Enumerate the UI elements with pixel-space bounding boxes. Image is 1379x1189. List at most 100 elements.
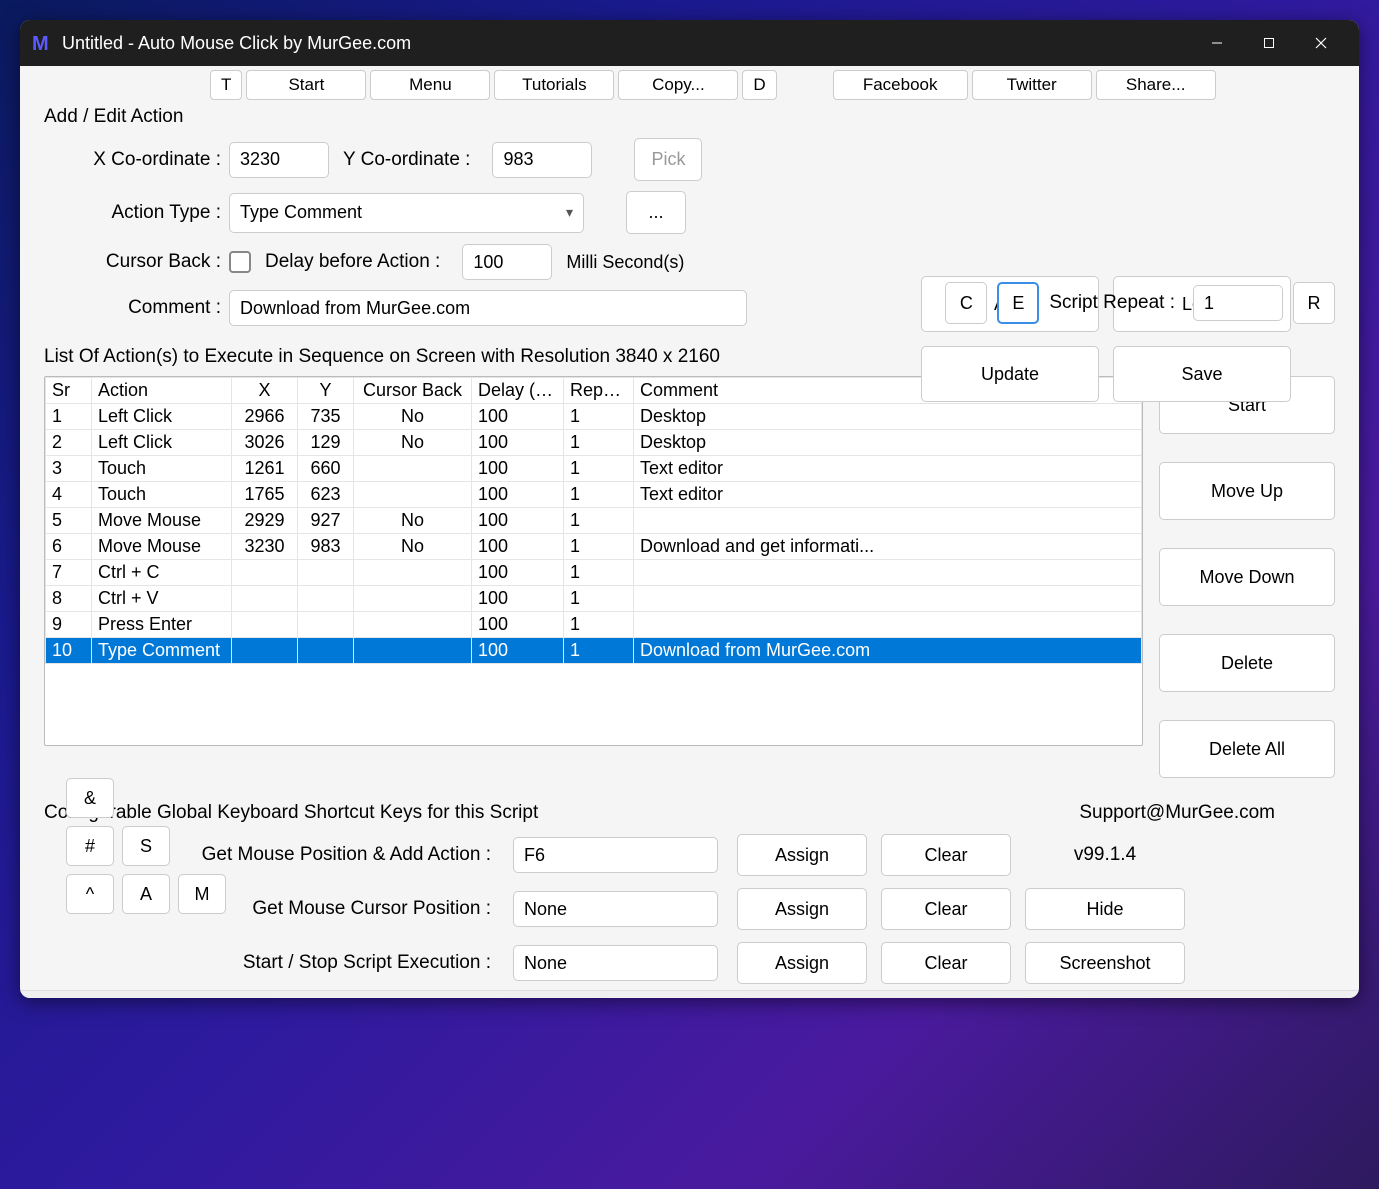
assign-button-2[interactable]: Assign xyxy=(737,942,867,984)
table-row[interactable]: 1Left Click2966735No1001Desktop xyxy=(46,404,1142,430)
comment-input[interactable] xyxy=(229,290,747,326)
cell-cb: No xyxy=(354,534,472,560)
amp-button[interactable]: & xyxy=(66,778,114,818)
table-row[interactable]: 6Move Mouse3230983No1001Download and get… xyxy=(46,534,1142,560)
r-button[interactable]: R xyxy=(1293,282,1335,324)
cell-delay: 100 xyxy=(472,638,564,664)
cell-y: 735 xyxy=(298,404,354,430)
c-button[interactable]: C xyxy=(945,282,987,324)
table-row[interactable]: 5Move Mouse2929927No1001 xyxy=(46,508,1142,534)
maximize-button[interactable] xyxy=(1243,20,1295,66)
action-type-select[interactable]: Type Comment ▾ xyxy=(229,193,584,233)
delay-input[interactable] xyxy=(462,244,552,280)
cell-repeat: 1 xyxy=(564,404,634,430)
comment-label: Comment : xyxy=(44,297,229,319)
action-type-label: Action Type : xyxy=(44,202,229,224)
table-row[interactable]: 9Press Enter1001 xyxy=(46,612,1142,638)
cell-x xyxy=(232,586,298,612)
header-sr[interactable]: Sr xyxy=(46,378,92,404)
header-x[interactable]: X xyxy=(232,378,298,404)
cell-x xyxy=(232,612,298,638)
table-row[interactable]: 10Type Comment1001Download from MurGee.c… xyxy=(46,638,1142,664)
hash-button[interactable]: # xyxy=(66,826,114,866)
cell-cb: No xyxy=(354,508,472,534)
assign-button-0[interactable]: Assign xyxy=(737,834,867,876)
table-row[interactable]: 8Ctrl + V1001 xyxy=(46,586,1142,612)
header-action[interactable]: Action xyxy=(92,378,232,404)
e-button[interactable]: E xyxy=(997,282,1039,324)
table-row[interactable]: 3Touch12616601001Text editor xyxy=(46,456,1142,482)
content: Add / Edit Action X Co-ordinate : Y Co-o… xyxy=(20,104,1359,990)
move-down-button[interactable]: Move Down xyxy=(1159,548,1335,606)
delay-unit: Milli Second(s) xyxy=(566,252,684,273)
cell-y xyxy=(298,560,354,586)
close-button[interactable] xyxy=(1295,20,1347,66)
toolbar-share-button[interactable]: Share... xyxy=(1096,70,1216,100)
table-row[interactable]: 2Left Click3026129No1001Desktop xyxy=(46,430,1142,456)
cell-delay: 100 xyxy=(472,482,564,508)
shortcut-input-0[interactable] xyxy=(513,837,718,873)
x-input[interactable] xyxy=(229,142,329,178)
toolbar-start-button[interactable]: Start xyxy=(246,70,366,100)
cell-delay: 100 xyxy=(472,404,564,430)
table-row[interactable]: 7Ctrl + C1001 xyxy=(46,560,1142,586)
cell-sr: 7 xyxy=(46,560,92,586)
resize-grip-icon[interactable]: ◢ xyxy=(1339,997,1351,998)
shortcut-input-1[interactable] xyxy=(513,891,718,927)
assign-button-1[interactable]: Assign xyxy=(737,888,867,930)
actions-table[interactable]: Sr Action X Y Cursor Back Delay (ms) Rep… xyxy=(44,376,1143,746)
minimize-button[interactable] xyxy=(1191,20,1243,66)
a-button[interactable]: A xyxy=(122,874,170,914)
cell-x xyxy=(232,638,298,664)
table-row[interactable]: 4Touch17656231001Text editor xyxy=(46,482,1142,508)
titlebar[interactable]: M Untitled - Auto Mouse Click by MurGee.… xyxy=(20,20,1359,66)
cell-delay: 100 xyxy=(472,430,564,456)
save-button[interactable]: Save xyxy=(1113,346,1291,402)
toolbar-twitter-button[interactable]: Twitter xyxy=(972,70,1092,100)
script-repeat-input[interactable] xyxy=(1193,285,1283,321)
shortcut-input-2[interactable] xyxy=(513,945,718,981)
clear-button-2[interactable]: Clear xyxy=(881,942,1011,984)
header-repeat[interactable]: Repeat xyxy=(564,378,634,404)
m-button[interactable]: M xyxy=(178,874,226,914)
shortcut-label: Start / Stop Script Execution : xyxy=(44,952,499,974)
cell-comment: Download and get informati... xyxy=(634,534,1142,560)
status-text: Currently Mouse Cursor At X = 2523, Y = … xyxy=(28,997,430,998)
caret-button[interactable]: ^ xyxy=(66,874,114,914)
cell-repeat: 1 xyxy=(564,586,634,612)
clear-button-1[interactable]: Clear xyxy=(881,888,1011,930)
cell-cb xyxy=(354,560,472,586)
move-up-button[interactable]: Move Up xyxy=(1159,462,1335,520)
cell-comment: Desktop xyxy=(634,430,1142,456)
delete-button[interactable]: Delete xyxy=(1159,634,1335,692)
delete-all-button[interactable]: Delete All xyxy=(1159,720,1335,778)
cell-x: 3026 xyxy=(232,430,298,456)
toolbar-facebook-button[interactable]: Facebook xyxy=(833,70,968,100)
toolbar-t-button[interactable]: T xyxy=(210,70,242,100)
header-cursor-back[interactable]: Cursor Back xyxy=(354,378,472,404)
cell-comment: Text editor xyxy=(634,482,1142,508)
cursor-back-label: Cursor Back : xyxy=(44,251,229,273)
toolbar-menu-button[interactable]: Menu xyxy=(370,70,490,100)
y-input[interactable] xyxy=(492,142,592,178)
header-y[interactable]: Y xyxy=(298,378,354,404)
toolbar-copy-button[interactable]: Copy... xyxy=(618,70,738,100)
ellipsis-button[interactable]: ... xyxy=(626,191,686,234)
header-delay[interactable]: Delay (ms) xyxy=(472,378,564,404)
add-edit-heading: Add / Edit Action xyxy=(44,106,1335,128)
cell-cb: No xyxy=(354,430,472,456)
pick-button[interactable]: Pick xyxy=(634,138,702,181)
hide-button[interactable]: Hide xyxy=(1025,888,1185,930)
cell-comment xyxy=(634,612,1142,638)
screenshot-button[interactable]: Screenshot xyxy=(1025,942,1185,984)
version-text: v99.1.4 xyxy=(1025,844,1185,866)
clear-button-0[interactable]: Clear xyxy=(881,834,1011,876)
toolbar-tutorials-button[interactable]: Tutorials xyxy=(494,70,614,100)
update-button[interactable]: Update xyxy=(921,346,1099,402)
toolbar-d-button[interactable]: D xyxy=(742,70,776,100)
cell-action: Touch xyxy=(92,456,232,482)
s-button[interactable]: S xyxy=(122,826,170,866)
cell-action: Press Enter xyxy=(92,612,232,638)
cursor-back-checkbox[interactable] xyxy=(229,251,251,273)
x-label: X Co-ordinate : xyxy=(44,149,229,171)
